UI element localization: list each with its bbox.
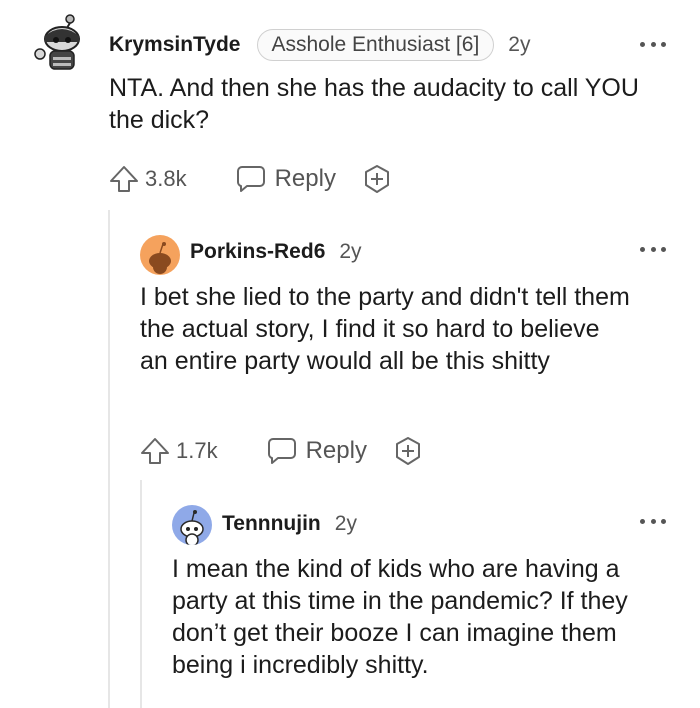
reply-button[interactable]: Reply — [235, 164, 336, 194]
username[interactable]: Tennnujin — [222, 512, 321, 536]
upvote-button[interactable]: 1.7k — [140, 436, 218, 466]
avatar[interactable] — [140, 235, 180, 275]
thread-line[interactable] — [140, 480, 142, 708]
snoo-avatar-icon — [180, 510, 204, 545]
comment-body: I mean the kind of kids who are having a… — [172, 555, 628, 679]
award-plus-icon — [395, 437, 420, 465]
reply-label: Reply — [274, 165, 336, 192]
award-plus-icon — [364, 165, 389, 193]
thread-line[interactable] — [108, 210, 110, 708]
username[interactable]: Porkins-Red6 — [190, 240, 325, 264]
comment-body: I bet she lied to the party and didn't t… — [140, 283, 630, 375]
reply-button[interactable]: Reply — [266, 436, 367, 466]
vote-score: 3.8k — [145, 166, 187, 191]
more-options-icon[interactable] — [640, 40, 666, 48]
snoo-avatar-icon — [149, 242, 171, 274]
comment-age: 2y — [334, 512, 357, 535]
comment-bubble-icon — [236, 166, 265, 192]
more-options-icon[interactable] — [640, 517, 666, 525]
comment-age: 2y — [508, 33, 531, 56]
comment-age: 2y — [339, 240, 362, 263]
username[interactable]: KrymsinTyde — [109, 33, 241, 57]
upvote-button[interactable]: 3.8k — [109, 164, 187, 194]
award-button[interactable] — [362, 164, 392, 194]
user-flair: Asshole Enthusiast [6] — [256, 29, 495, 61]
avatar[interactable] — [34, 14, 90, 74]
vote-score: 1.7k — [176, 438, 218, 463]
snoo-avatar-icon — [34, 14, 80, 70]
more-options-icon[interactable] — [640, 245, 666, 253]
award-button[interactable] — [393, 436, 423, 466]
comment-bubble-icon — [267, 438, 296, 464]
reply-label: Reply — [305, 437, 367, 464]
upvote-icon — [141, 438, 169, 464]
avatar[interactable] — [172, 505, 212, 545]
upvote-icon — [110, 166, 138, 192]
comment-body: NTA. And then she has the audacity to ca… — [109, 74, 639, 134]
